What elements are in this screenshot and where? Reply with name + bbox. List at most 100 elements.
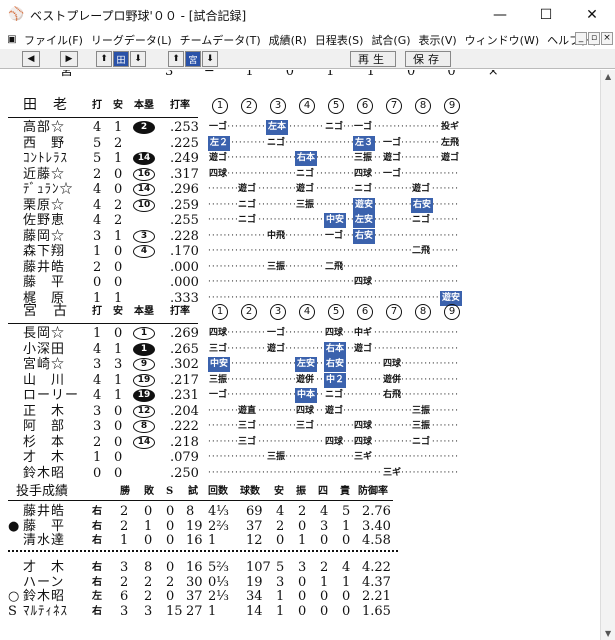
player-name: 森下翔 xyxy=(23,244,66,259)
pitcher-stat: 0 xyxy=(320,533,329,548)
player-name: ｺﾝﾄﾚﾗｽ xyxy=(23,151,68,166)
menu-schedule[interactable]: 日程表(S) xyxy=(311,32,368,48)
table-row: 藤井皓20.000·······························… xyxy=(0,259,600,275)
plate-appearance: 三ギ xyxy=(353,450,374,465)
vertical-scrollbar[interactable]: ▲ ▼ xyxy=(600,70,615,640)
up-arrow-button[interactable]: ⬆ xyxy=(96,51,112,67)
plate-appearance: 中２ xyxy=(324,372,347,388)
document-icon[interactable]: ▣ xyxy=(4,33,20,47)
team1-team-name: 田 老 xyxy=(23,97,68,113)
player-name: 鈴木昭 xyxy=(23,465,66,481)
pitcher-hand: 右 xyxy=(92,605,102,617)
team1-header-divider xyxy=(8,117,198,118)
table-row: ｺﾝﾄﾚﾗｽ 5 1 14 .249 ··························… xyxy=(0,151,600,166)
plate-appearance: 遊ゴ xyxy=(266,341,287,357)
title-bar: ⚾ ベストプレープロ野球'００ - [試合記録] — ☐ ✕ xyxy=(0,0,615,30)
table-row: 鈴木昭 0 0 .250 ·······························… xyxy=(0,465,600,481)
hits: 0 xyxy=(114,166,123,182)
header-ab: 打 xyxy=(92,306,102,317)
next-button[interactable]: ▶ xyxy=(60,51,78,67)
plate-appearance: 四球 xyxy=(353,275,374,290)
pitching-title: 投手成績 xyxy=(16,484,69,499)
up-arrow-button-2[interactable]: ⬆ xyxy=(168,51,184,67)
pitcher-stat: 3 xyxy=(320,518,329,534)
home-run-badge: 1 xyxy=(133,327,155,340)
inning-1-header: 1 xyxy=(212,304,228,320)
plate-appearance: ニゴ xyxy=(411,434,432,450)
player-name: ローリー xyxy=(23,388,80,403)
mdi-minimize-button[interactable]: _ xyxy=(575,32,587,45)
pitcher-stat: 0 xyxy=(342,603,351,619)
menu-records[interactable]: 成績(R) xyxy=(265,32,311,48)
scroll-down-icon[interactable]: ▼ xyxy=(605,629,611,638)
mdi-close-button[interactable]: × xyxy=(601,32,613,45)
menu-window[interactable]: ウィンドウ(W) xyxy=(461,32,543,48)
hits: 0 xyxy=(114,450,123,465)
pitcher-row: ● 藤 平右 2 1 0 19 2⅔ 37 2 0 3 1 3.40 xyxy=(0,519,600,534)
prev-button[interactable]: ◀ xyxy=(22,51,40,67)
plate-appearance: 遊ゴ xyxy=(411,182,432,197)
pitching-header: 責 xyxy=(340,486,350,497)
mdi-restore-button[interactable]: ▫ xyxy=(588,32,600,45)
header-hr: 本塁 xyxy=(134,306,154,317)
replay-button[interactable]: 再生 xyxy=(350,51,396,67)
hits: 1 xyxy=(114,341,123,357)
home-run-badge: 10 xyxy=(133,198,155,212)
scroll-up-icon[interactable]: ▲ xyxy=(605,72,611,81)
plate-appearance: 遊ゴ xyxy=(440,151,461,166)
plate-appearance: 右安 xyxy=(411,197,434,213)
menu-bar: ▣ ファイル(F) リーグデータ(L) チームデータ(T) 成績(R) 日程表(… xyxy=(0,30,615,49)
table-row: ﾃﾞｭﾗﾝ☆ 4 0 14.296 ··························… xyxy=(0,182,600,197)
close-button[interactable]: ✕ xyxy=(569,0,615,30)
inning-3-header: 3 xyxy=(270,98,286,114)
plate-appearance: 一ゴ xyxy=(382,135,403,151)
plate-appearance: 右安 xyxy=(324,357,347,372)
down-arrow-button[interactable]: ⬇ xyxy=(130,51,146,67)
plate-appearance: 右本 xyxy=(324,341,347,357)
team2-button[interactable]: 宮 xyxy=(185,51,201,67)
inning-3-header: 3 xyxy=(270,304,286,320)
minimize-button[interactable]: — xyxy=(477,0,523,30)
pitcher-stat: 3.40 xyxy=(362,518,391,534)
player-name: ﾃﾞｭﾗﾝ☆ xyxy=(23,182,74,197)
menu-league-data[interactable]: リーグデータ(L) xyxy=(87,32,176,48)
pitcher-stat: 2.21 xyxy=(362,589,391,604)
pitcher-stat: 3 xyxy=(276,574,285,590)
menu-view[interactable]: 表示(V) xyxy=(415,32,461,48)
team1-button[interactable]: 田 xyxy=(113,51,129,67)
at-bats: 4 xyxy=(93,182,102,197)
pitcher-stat: 2⅔ xyxy=(208,518,229,534)
plate-appearance: 二飛 xyxy=(411,244,432,259)
menu-game[interactable]: 試合(G) xyxy=(367,32,414,48)
pitcher-stat: 2 xyxy=(120,574,129,590)
maximize-button[interactable]: ☐ xyxy=(523,0,569,30)
plate-appearance: 二飛 xyxy=(324,259,345,275)
save-button[interactable]: 保存 xyxy=(405,51,451,67)
player-name: 山 川 xyxy=(23,372,66,388)
pitcher-name: 藤 平 xyxy=(23,518,66,534)
table-row: 正 木3012.204·····························… xyxy=(0,403,600,419)
menu-file[interactable]: ファイル(F) xyxy=(20,32,87,48)
pitcher-stat: 4⅓ xyxy=(208,504,229,519)
home-run-badge: 19 xyxy=(133,389,155,402)
plate-appearance: 四球 xyxy=(208,166,229,182)
team2-header-row: 宮 古 打安本塁 打率 1 2 3 4 5 6 7 8 9 xyxy=(0,304,600,322)
plate-appearance: 三振 xyxy=(208,372,229,388)
at-bats: 5 xyxy=(93,151,102,166)
pitcher-stat: 2.76 xyxy=(362,504,391,519)
table-row: 杉 本2014.218·····························… xyxy=(0,434,600,450)
pitching-header: 安 xyxy=(274,486,284,497)
pitcher-stat: 30 xyxy=(186,574,203,590)
menu-team-data[interactable]: チームデータ(T) xyxy=(176,32,265,48)
down-arrow-button-2[interactable]: ⬇ xyxy=(202,51,218,67)
plate-appearance: 一ゴ xyxy=(324,228,345,244)
team2-team-name: 宮 古 xyxy=(23,303,68,319)
at-bats: 1 xyxy=(93,326,102,341)
plate-appearance: 左本 xyxy=(266,120,289,135)
pitcher-stat: 19 xyxy=(186,518,203,534)
at-bats: 1 xyxy=(93,244,102,259)
pitcher-stat: 1 xyxy=(120,533,129,548)
plate-appearance: 中安 xyxy=(208,357,231,372)
pitcher-row: S ﾏﾙﾃｨﾈｽ右 3 3 15 27 1 14 1 0 0 0 1.65 xyxy=(0,604,600,619)
table-row: 才 木 1 0 .079 ·······························… xyxy=(0,450,600,465)
